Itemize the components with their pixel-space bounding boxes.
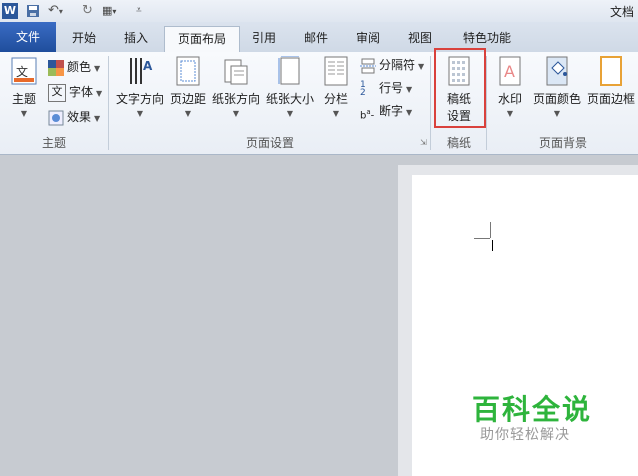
columns-label: 分栏: [323, 92, 348, 106]
quick-access-toolbar: W ↶▾ ↻ ▦▾ ⩡ 文档: [0, 0, 638, 22]
theme-group-label: 主题: [41, 136, 66, 150]
crop-mark-vertical: [490, 222, 491, 238]
svg-text:文: 文: [16, 64, 28, 79]
size-label: 纸张大小: [265, 92, 314, 106]
line-numbers-button[interactable]: 1 2 行号 ▼: [360, 77, 412, 99]
ribbon-tab-bar: 文件 开始 插入 页面布局 引用 邮件 审阅 视图 特色功能: [0, 22, 638, 53]
colors-icon: [48, 59, 64, 76]
watermark-icon: A: [497, 56, 523, 86]
chevron-down-icon: ▼: [232, 109, 240, 118]
colors-button[interactable]: 颜色 ▼: [48, 56, 100, 78]
breaks-icon: [360, 58, 376, 74]
colors-label: 颜色: [67, 60, 92, 74]
group-divider: [486, 56, 487, 150]
page-color-button[interactable]: 页面颜色 ▼: [532, 56, 582, 118]
chevron-down-icon: ▼: [136, 109, 144, 118]
tab-page-layout[interactable]: 页面布局: [164, 26, 240, 53]
chevron-down-icon: ▼: [332, 109, 340, 118]
group-divider: [430, 56, 431, 150]
orientation-button[interactable]: 纸张方向 ▼: [210, 56, 262, 118]
chevron-down-icon: ▼: [553, 109, 561, 118]
tab-file[interactable]: 文件: [0, 22, 56, 52]
columns-icon: [323, 56, 349, 86]
paper-size-icon: [277, 55, 303, 86]
page-background-group-label: 页面背景: [538, 136, 587, 150]
svg-text:A: A: [504, 62, 515, 81]
svg-text:A: A: [143, 59, 153, 73]
redo-icon[interactable]: ↻: [82, 3, 96, 19]
crop-mark-horizontal: [474, 238, 490, 239]
hyphenation-icon: ba-: [360, 107, 375, 121]
text-direction-button[interactable]: A 文字方向 ▼: [114, 56, 166, 118]
tab-insert[interactable]: 插入: [114, 26, 158, 52]
customize-qat-icon[interactable]: ⩡: [136, 3, 146, 19]
effects-button[interactable]: 效果 ▼: [48, 106, 100, 128]
paint-bucket-icon: [544, 56, 570, 86]
tab-review[interactable]: 审阅: [348, 26, 388, 52]
size-button[interactable]: 纸张大小 ▼: [264, 55, 316, 118]
page-color-label: 页面颜色: [532, 92, 581, 106]
chevron-down-icon: ▼: [20, 109, 28, 118]
line-numbers-label: 行号: [379, 81, 404, 95]
fonts-icon: 文: [48, 83, 66, 102]
watermark-label: 水印: [497, 92, 522, 106]
text-direction-icon: A: [127, 56, 153, 86]
chevron-down-icon: ▼: [286, 109, 294, 118]
breaks-label: 分隔符: [379, 58, 416, 72]
orientation-icon: [223, 56, 249, 86]
page-setup-dialog-launcher-icon[interactable]: ⇲: [420, 138, 427, 147]
page-borders-button[interactable]: 页面边框: [586, 56, 636, 107]
hyphenation-button[interactable]: ba- 断字 ▼: [360, 100, 412, 122]
undo-icon[interactable]: ↶▾: [48, 3, 70, 19]
theme-button[interactable]: 文 主题 ▼: [6, 56, 42, 118]
chevron-down-icon: ▼: [184, 109, 192, 118]
print-preview-icon[interactable]: ▦▾: [102, 3, 126, 19]
tab-mailings[interactable]: 邮件: [296, 26, 336, 52]
fonts-button[interactable]: 文字体 ▼: [48, 81, 102, 103]
text-cursor: [492, 240, 493, 251]
margins-label: 页边距: [169, 92, 206, 106]
effects-icon: [48, 110, 64, 126]
page-borders-label: 页面边框: [586, 92, 635, 106]
ribbon: 文 主题 ▼ 颜色 ▼ 文字体 ▼ 效果 ▼ 主题 A 文字方向 ▼ 页边距 ▼ 纸张…: [0, 52, 638, 155]
text-direction-label: 文字方向: [115, 92, 164, 106]
chevron-down-icon: ▼: [506, 109, 514, 118]
theme-icon: 文: [11, 56, 37, 86]
margins-button[interactable]: 页边距 ▼: [168, 56, 208, 118]
manuscript-group-label: 稿纸: [446, 136, 471, 150]
fonts-label: 字体: [69, 85, 94, 99]
theme-label: 主题: [11, 92, 36, 106]
page-borders-icon: [598, 56, 624, 86]
effects-label: 效果: [67, 110, 92, 124]
save-icon[interactable]: [26, 3, 40, 19]
highlight-box: [434, 48, 486, 128]
watermark-logo-subtitle: 助你轻松解决: [480, 427, 570, 443]
window-title: 文档: [609, 5, 634, 19]
breaks-button[interactable]: 分隔符 ▼: [360, 54, 424, 76]
orientation-label: 纸张方向: [211, 92, 260, 106]
word-app-icon: W: [2, 3, 18, 19]
tab-references[interactable]: 引用: [244, 26, 284, 52]
margins-icon: [175, 56, 201, 86]
line-numbers-icon: 12: [360, 79, 366, 98]
page-setup-group-label: 页面设置: [245, 136, 294, 150]
hyphenation-label: 断字: [379, 104, 404, 118]
columns-button[interactable]: 分栏 ▼: [320, 56, 352, 118]
watermark-button[interactable]: A 水印 ▼: [494, 56, 526, 118]
watermark-logo-title: 百科全说: [472, 393, 593, 426]
tab-home[interactable]: 开始: [62, 26, 106, 52]
group-divider: [108, 56, 109, 150]
